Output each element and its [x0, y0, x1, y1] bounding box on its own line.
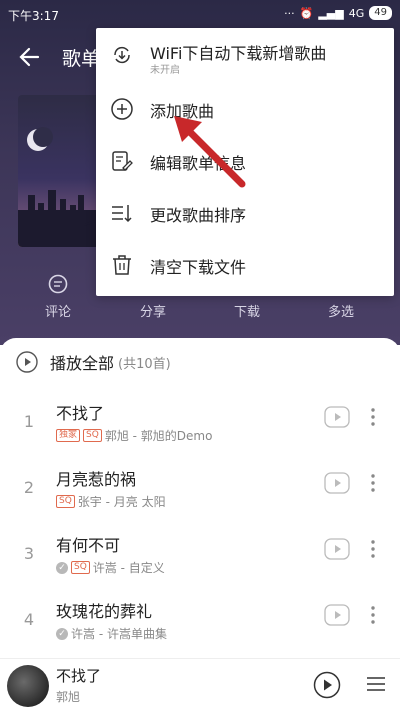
- signal-icon: ▂▄▆: [318, 6, 344, 20]
- song-title: 月亮惹的祸: [56, 470, 137, 489]
- menu-item-sort-songs[interactable]: 更改歌曲排序: [96, 188, 394, 240]
- downloaded-check-icon: ✓: [56, 627, 68, 640]
- sort-icon: [112, 205, 132, 223]
- song-number: 2: [23, 478, 35, 497]
- alarm-icon: ⏰: [299, 6, 314, 20]
- song-meta: SQ 张宇 - 月亮 太阳: [56, 493, 166, 510]
- song-meta: ✓ SQ 许嵩 - 自定义: [56, 559, 165, 576]
- song-title: 不找了: [56, 404, 105, 423]
- song-number: 4: [23, 610, 35, 629]
- song-row[interactable]: 2 月亮惹的祸 SQ 张宇 - 月亮 太阳: [0, 456, 400, 522]
- song-list: 播放全部 (共10首) 1 不找了 独家 SQ 郭旭 - 郭旭的Demo 2 月…: [0, 338, 400, 711]
- song-artist-album: 郭旭 - 郭旭的Demo: [104, 429, 213, 443]
- mv-play-icon[interactable]: [324, 472, 350, 494]
- share-label: 分享: [139, 305, 166, 320]
- back-arrow-icon: [19, 47, 40, 67]
- menu-item-label: 清空下载文件: [150, 258, 247, 277]
- mini-player[interactable]: 不找了 郭旭: [0, 658, 400, 711]
- song-row[interactable]: 4 玫瑰花的葬礼 ✓ 许嵩 - 许嵩单曲集: [0, 588, 400, 654]
- menu-item-label: 更改歌曲排序: [150, 206, 247, 225]
- comment-label: 评论: [44, 305, 71, 320]
- more-dots-icon: ···: [284, 6, 295, 20]
- add-circle-icon: [111, 98, 133, 120]
- download-label: 下载: [233, 305, 260, 320]
- song-title: 玫瑰花的葬礼: [56, 602, 153, 621]
- trash-icon: [113, 255, 131, 275]
- play-circle-icon: [16, 351, 38, 373]
- multiselect-label: 多选: [327, 305, 354, 320]
- song-number: 1: [23, 412, 35, 431]
- sq-badge: SQ: [56, 495, 75, 508]
- song-title: 有何不可: [56, 536, 121, 555]
- song-meta: ✓ 许嵩 - 许嵩单曲集: [56, 625, 167, 642]
- network-type: 4G: [348, 6, 365, 20]
- status-bar: 下午3:17 ··· ⏰ ▂▄▆ 4G 49: [0, 0, 400, 28]
- back-button[interactable]: [16, 42, 46, 72]
- downloaded-check-icon: ✓: [56, 561, 68, 574]
- wifi-download-icon: [114, 46, 130, 64]
- now-playing-cover[interactable]: [7, 665, 49, 707]
- exclusive-badge: 独家: [56, 429, 81, 442]
- battery-icon: 49: [369, 6, 392, 20]
- mv-play-icon[interactable]: [324, 406, 350, 428]
- playlist-queue-icon[interactable]: [365, 673, 387, 695]
- menu-item-wifi-auto-download[interactable]: WiFi下自动下载新增歌曲 未开启: [96, 30, 394, 82]
- play-all-label: 播放全部: [50, 354, 115, 373]
- more-options-icon[interactable]: [365, 406, 381, 428]
- status-time: 下午3:17: [8, 9, 59, 23]
- play-icon[interactable]: [313, 671, 341, 699]
- now-playing-title: 不找了: [56, 667, 102, 685]
- song-number: 3: [23, 544, 35, 563]
- menu-item-clear-downloads[interactable]: 清空下载文件: [96, 240, 394, 292]
- song-count: (共10首): [118, 356, 171, 372]
- song-row[interactable]: 1 不找了 独家 SQ 郭旭 - 郭旭的Demo: [0, 390, 400, 456]
- sq-badge: SQ: [83, 429, 102, 442]
- song-row[interactable]: 3 有何不可 ✓ SQ 许嵩 - 自定义: [0, 522, 400, 588]
- page-title: 歌单: [62, 48, 101, 70]
- more-options-icon[interactable]: [365, 472, 381, 494]
- more-options-icon[interactable]: [365, 604, 381, 626]
- song-meta: 独家 SQ 郭旭 - 郭旭的Demo: [56, 427, 212, 444]
- comment-icon: [48, 274, 68, 294]
- play-all-button[interactable]: 播放全部 (共10首): [16, 350, 171, 374]
- menu-item-status: 未开启: [150, 65, 180, 76]
- mv-play-icon[interactable]: [324, 538, 350, 560]
- now-playing-artist: 郭旭: [56, 690, 81, 704]
- sq-badge: SQ: [71, 561, 90, 574]
- status-icons: ··· ⏰ ▂▄▆ 4G 49: [284, 6, 392, 20]
- song-artist-album: 许嵩 - 许嵩单曲集: [71, 627, 167, 641]
- annotation-arrow-icon: [174, 116, 246, 188]
- song-artist-album: 张宇 - 月亮 太阳: [77, 495, 166, 509]
- edit-icon: [112, 151, 133, 171]
- song-artist-album: 许嵩 - 自定义: [92, 561, 165, 575]
- mv-play-icon[interactable]: [324, 604, 350, 626]
- more-options-icon[interactable]: [365, 538, 381, 560]
